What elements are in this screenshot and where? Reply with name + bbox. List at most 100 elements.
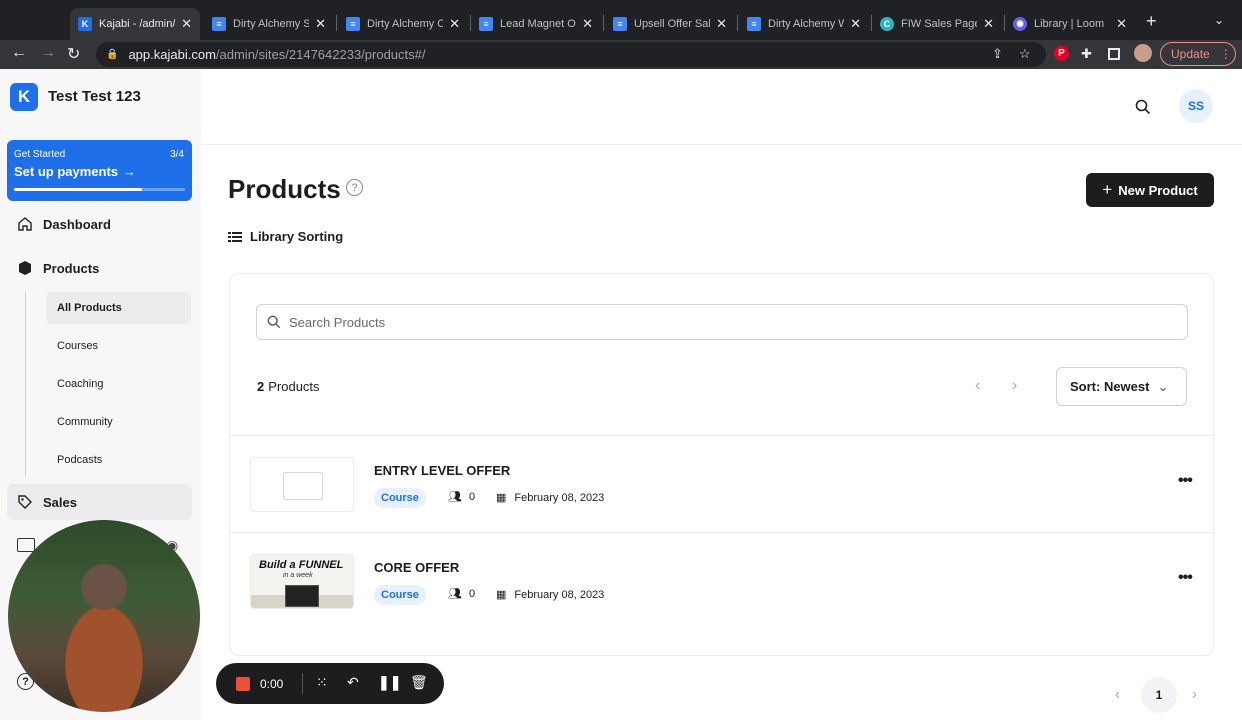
reload-icon[interactable]: ↻	[67, 44, 80, 64]
tab-docs[interactable]: ≡ Dirty Alchemy W ✕	[739, 8, 869, 40]
help-icon[interactable]: ?	[346, 179, 363, 196]
site-name[interactable]: Test Test 123	[48, 88, 141, 105]
url-domain: app.kajabi.com	[128, 47, 216, 62]
close-icon[interactable]: ✕	[1116, 16, 1127, 32]
docs-favicon-icon: ≡	[212, 17, 226, 31]
update-label: Update	[1171, 47, 1210, 61]
status-badge: Course	[374, 488, 426, 508]
close-icon[interactable]: ✕	[181, 16, 192, 32]
sidebar-subitem-podcasts[interactable]: Podcasts	[46, 444, 191, 476]
tab-loom[interactable]: ✺ Library | Loom ✕	[1005, 8, 1135, 40]
sidebar-item-sales[interactable]: Sales	[7, 484, 192, 520]
close-icon[interactable]: ✕	[315, 16, 326, 32]
plus-icon: +	[1102, 180, 1113, 199]
search-icon[interactable]	[1135, 99, 1151, 115]
recorder-divider	[302, 673, 303, 694]
page-number[interactable]: 1	[1141, 677, 1177, 713]
close-icon[interactable]: ✕	[983, 16, 994, 32]
address-bar[interactable]: 🔒 app.kajabi.com/admin/sites/2147642233/…	[96, 42, 1046, 67]
tab-title: Lead Magnet Op	[500, 18, 577, 30]
chevron-right-icon[interactable]: ›	[1012, 377, 1017, 395]
stop-record-button[interactable]	[236, 677, 250, 691]
sidebar-subitem-courses[interactable]: Courses	[46, 330, 191, 362]
kajabi-logo-icon[interactable]: K	[10, 83, 38, 111]
sidebar-item-label: Dashboard	[43, 216, 111, 232]
avatar[interactable]: SS	[1179, 89, 1213, 123]
lock-icon: 🔒	[106, 49, 119, 60]
subitem-label: Podcasts	[57, 454, 103, 466]
close-icon[interactable]: ✕	[582, 16, 593, 32]
new-product-button[interactable]: + New Product	[1086, 173, 1214, 207]
tab-docs[interactable]: ≡ Lead Magnet Op ✕	[471, 8, 601, 40]
sidebar-subitem-coaching[interactable]: Coaching	[46, 368, 191, 400]
pause-icon[interactable]: ❚❚	[378, 674, 401, 691]
draw-grid-icon[interactable]: ⁙	[316, 674, 328, 691]
get-started-card[interactable]: Get Started 3/4 Set up payments →	[7, 140, 192, 201]
webcam-bubble[interactable]	[8, 520, 200, 712]
tab-docs[interactable]: ≡ Upsell Offer Sal ✕	[605, 8, 735, 40]
close-icon[interactable]: ✕	[716, 16, 727, 32]
pinterest-icon[interactable]: P	[1054, 46, 1069, 61]
share-icon[interactable]: ⇪	[992, 46, 1003, 62]
tab-fiw[interactable]: C FIW Sales Page ✕	[872, 8, 1002, 40]
website-icon[interactable]	[17, 538, 35, 552]
sort-dropdown[interactable]: Sort: Newest ⌄	[1056, 367, 1187, 406]
table-row[interactable]: Build a FUNNEL in a week CORE OFFER Cour…	[230, 532, 1213, 629]
chevron-left-icon[interactable]: ‹	[975, 377, 980, 395]
browser-toolbar: ← → ↻ 🔒 app.kajabi.com/admin/sites/21476…	[0, 40, 1242, 69]
members-count: 👥︎ 0	[448, 587, 475, 601]
tab-title: FIW Sales Page	[901, 18, 978, 30]
products-card: Search Products 2 Products ‹ › Sort: Newe…	[229, 273, 1214, 656]
docs-favicon-icon: ≡	[613, 17, 627, 31]
get-started-title: Set up payments →	[14, 164, 136, 179]
sidebar-subitem-all-products[interactable]: All Products	[46, 292, 191, 324]
thumbnail-subtitle: in a week	[283, 572, 313, 579]
product-count-number: 2	[257, 379, 265, 394]
loom-favicon-icon: ✺	[1013, 17, 1027, 31]
close-icon[interactable]: ✕	[449, 16, 460, 32]
new-tab-icon[interactable]: +	[1146, 11, 1157, 32]
sidebar-item-dashboard[interactable]: Dashboard	[7, 206, 192, 242]
back-icon[interactable]: ←	[11, 44, 27, 62]
chevron-left-icon[interactable]: ‹	[1115, 686, 1120, 703]
search-placeholder: Search Products	[289, 314, 386, 330]
more-options-icon[interactable]: •••	[1178, 472, 1193, 490]
thumbnail-title: Build a FUNNEL	[259, 559, 344, 571]
product-title[interactable]: ENTRY LEVEL OFFER	[374, 463, 510, 478]
forward-icon[interactable]: →	[40, 44, 56, 62]
tab-docs[interactable]: ≡ Dirty Alchemy O ✕	[338, 8, 468, 40]
trash-icon[interactable]: 🗑︎	[410, 674, 428, 691]
undo-icon[interactable]: ↶	[347, 674, 359, 691]
close-icon[interactable]: ✕	[850, 16, 861, 32]
circle-favicon-icon: C	[880, 17, 894, 31]
kajabi-favicon-icon: K	[78, 17, 92, 31]
date-value: February 08, 2023	[514, 491, 605, 504]
sidebar-subitem-community[interactable]: Community	[46, 406, 191, 438]
sidebar-item-products[interactable]: Products	[7, 250, 192, 286]
record-timer: 0:00	[260, 677, 284, 691]
search-icon	[267, 315, 281, 329]
sidebar-item-label: Sales	[43, 494, 77, 510]
chevron-down-icon[interactable]: ⌄	[1214, 13, 1224, 27]
home-icon	[18, 217, 32, 231]
new-product-label: New Product	[1118, 182, 1198, 198]
more-options-icon[interactable]: •••	[1178, 569, 1193, 587]
search-input[interactable]: Search Products	[256, 304, 1188, 340]
tab-docs[interactable]: ≡ Dirty Alchemy S ✕	[204, 8, 334, 40]
url-path: /admin/sites/2147642233/products#/	[215, 47, 426, 62]
sidepanel-icon[interactable]	[1108, 48, 1120, 60]
update-button[interactable]: Update ⋮	[1160, 42, 1236, 66]
subitem-label: All Products	[57, 302, 122, 314]
top-header: SS	[201, 69, 1242, 145]
docs-favicon-icon: ≡	[479, 17, 493, 31]
tab-kajabi[interactable]: K Kajabi - /admin/ ✕	[70, 8, 200, 40]
arrow-right-icon: →	[123, 164, 137, 179]
star-icon[interactable]: ☆	[1019, 46, 1031, 62]
extensions-icon[interactable]: ✚	[1081, 46, 1092, 62]
table-row[interactable]: ENTRY LEVEL OFFER Course 👥︎ 0 ▦ February 0…	[230, 435, 1213, 532]
profile-avatar[interactable]	[1134, 44, 1152, 62]
library-sorting-link[interactable]: Library Sorting	[228, 229, 343, 244]
created-date: ▦ February 08, 2023	[496, 588, 604, 602]
product-title[interactable]: CORE OFFER	[374, 560, 459, 575]
chevron-right-icon[interactable]: ›	[1192, 686, 1197, 703]
